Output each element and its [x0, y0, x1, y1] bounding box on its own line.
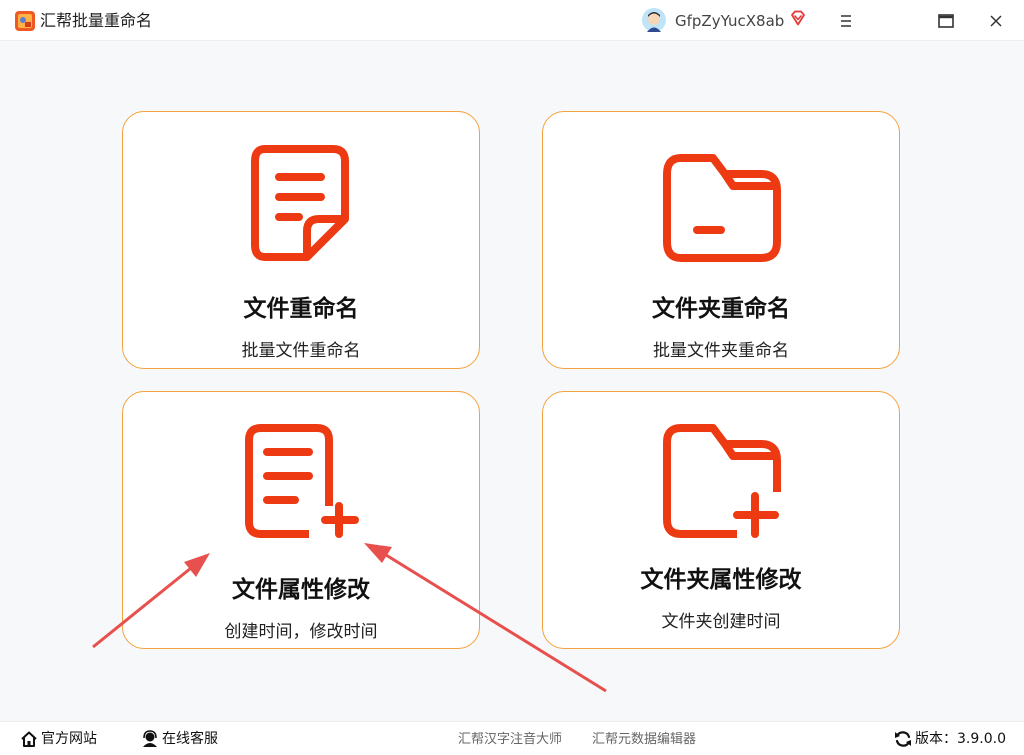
card-desc: 创建时间，修改时间 — [224, 622, 378, 642]
document-add-icon — [245, 424, 359, 538]
card-desc: 批量文件重命名 — [241, 341, 361, 361]
card-title: 文件夹属性修改 — [640, 567, 802, 593]
online-support-label: 在线客服 — [162, 731, 218, 747]
app-title: 汇帮批量重命名 — [40, 11, 153, 30]
customer-service-icon — [143, 730, 157, 747]
pinyin-tool-link[interactable]: 汇帮汉字注音大师 — [458, 730, 562, 750]
maximize-icon[interactable] — [933, 8, 959, 34]
footer-bar: 官方网站 在线客服 汇帮汉字注音大师 汇帮元数据编辑器 版本：3.9.0.0 — [0, 721, 1024, 755]
version-label: 版本：3.9.0.0 — [915, 731, 1006, 747]
official-website-link[interactable]: 官方网站 — [20, 729, 110, 749]
close-icon[interactable] — [983, 8, 1009, 34]
home-icon — [21, 731, 37, 747]
card-desc: 批量文件夹重命名 — [653, 341, 789, 361]
title-bar: 汇帮批量重命名 GfpZyYucX8ab — [0, 0, 1024, 41]
card-desc: 文件夹创建时间 — [661, 612, 781, 632]
card-title: 文件重命名 — [243, 296, 359, 322]
username[interactable]: GfpZyYucX8ab — [675, 10, 784, 32]
folder-icon — [663, 154, 781, 262]
folder-add-icon — [663, 424, 781, 538]
avatar[interactable] — [642, 8, 666, 32]
card-folder-attributes[interactable]: 文件夹属性修改 文件夹创建时间 — [542, 391, 900, 649]
vip-diamond-icon[interactable] — [790, 10, 806, 26]
card-title: 文件属性修改 — [232, 577, 370, 603]
version-info[interactable]: 版本：3.9.0.0 — [894, 729, 1014, 749]
metadata-editor-link[interactable]: 汇帮元数据编辑器 — [592, 730, 696, 750]
card-file-attributes[interactable]: 文件属性修改 创建时间，修改时间 — [122, 391, 480, 649]
menu-icon[interactable] — [833, 8, 859, 34]
app-logo-icon — [15, 11, 35, 31]
card-folder-rename[interactable]: 文件夹重命名 批量文件夹重命名 — [542, 111, 900, 369]
document-icon — [251, 145, 349, 261]
official-website-label: 官方网站 — [41, 731, 97, 747]
online-support-link[interactable]: 在线客服 — [141, 729, 231, 749]
card-title: 文件夹重命名 — [652, 296, 790, 322]
card-file-rename[interactable]: 文件重命名 批量文件重命名 — [122, 111, 480, 369]
refresh-icon — [895, 731, 911, 747]
